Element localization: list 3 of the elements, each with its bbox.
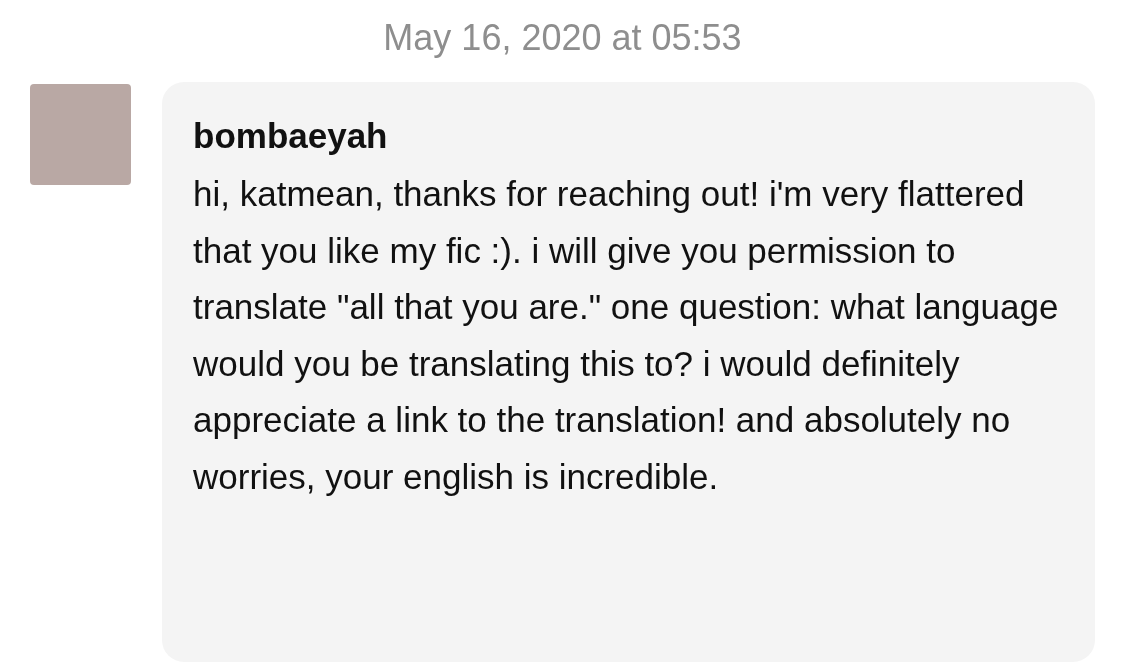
message-text: hi, katmean, thanks for reaching out! i'm very flattered that you like my fic :). i will give you permission to translate "all that you are." one question: what language would you be translating this to? i would definitely appreciate a link to the translation! and absolutely no worries, your english is incredible.: [193, 173, 1060, 498]
message-timestamp: May 16, 2020 at 05:53: [383, 16, 742, 60]
sender-name: bombaeyah: [193, 115, 389, 157]
